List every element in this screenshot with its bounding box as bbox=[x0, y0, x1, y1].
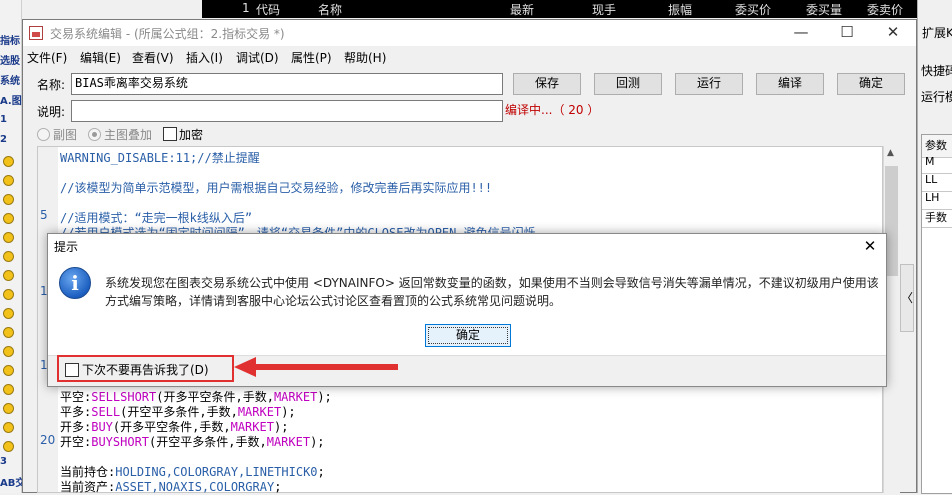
formula-icon[interactable] bbox=[3, 422, 14, 433]
line-number: 20 bbox=[40, 433, 56, 447]
col-range[interactable]: 振幅 bbox=[668, 1, 692, 18]
encrypt-checkbox[interactable] bbox=[163, 127, 177, 141]
formula-icon[interactable] bbox=[3, 289, 14, 300]
menu-debug[interactable]: 调试(D) bbox=[236, 49, 279, 66]
param-row[interactable]: LL bbox=[922, 173, 952, 192]
formula-icon[interactable] bbox=[3, 327, 14, 338]
col-code[interactable]: 代码 bbox=[256, 1, 280, 18]
backtest-button[interactable]: 回测 bbox=[594, 73, 662, 95]
line-number: 5 bbox=[40, 208, 48, 222]
minimize-button[interactable]: — bbox=[778, 20, 824, 46]
radio-main-overlay-label: 主图叠加 bbox=[104, 128, 153, 142]
tree-item[interactable]: 3 bbox=[0, 456, 22, 470]
desc-label: 说明: bbox=[37, 105, 66, 119]
formula-icon[interactable] bbox=[3, 232, 14, 243]
param-row[interactable]: M bbox=[922, 155, 952, 174]
formula-icon[interactable] bbox=[3, 441, 14, 452]
code-line: 当前资产:ASSET,NOAXIS,COLORGRAY; bbox=[60, 480, 282, 494]
save-button[interactable]: 保存 bbox=[513, 73, 581, 95]
dialog-message: 系统发现您在图表交易系统公式中使用 <DYNAINFO> 返回常数变量的函数，如… bbox=[105, 276, 879, 308]
desc-input[interactable] bbox=[71, 100, 503, 122]
name-input[interactable]: BIAS乖离率交易系统 bbox=[71, 73, 503, 95]
formula-icon[interactable] bbox=[3, 194, 14, 205]
compile-status: 编译中...（ 20 ） bbox=[505, 103, 600, 117]
compile-button[interactable]: 编译 bbox=[756, 73, 824, 95]
formula-icon[interactable] bbox=[3, 365, 14, 376]
code-line: 开空:BUYSHORT(开空平多条件,手数,MARKET); bbox=[60, 435, 325, 449]
col-bid[interactable]: 委买价 bbox=[735, 1, 771, 18]
formula-icon[interactable] bbox=[3, 346, 14, 357]
dialog-close-button[interactable]: ✕ bbox=[854, 234, 886, 259]
formula-icon[interactable] bbox=[3, 384, 14, 395]
editor-titlebar[interactable]: 交易系统编辑 - (所属公式组：2.指标交易 *) — ☐ ✕ bbox=[23, 20, 916, 46]
radio-subchart-label: 副图 bbox=[53, 128, 78, 142]
collapse-arrow-icon[interactable]: 〈 bbox=[900, 264, 914, 332]
radio-main-overlay[interactable] bbox=[88, 128, 101, 141]
col-ask[interactable]: 委卖价 bbox=[867, 1, 903, 18]
tree-item[interactable]: 指标 bbox=[0, 32, 22, 46]
run-mode-label: 运行模 bbox=[921, 90, 952, 104]
radio-subchart[interactable] bbox=[37, 128, 50, 141]
menu-props[interactable]: 属性(P) bbox=[291, 49, 332, 66]
col-last[interactable]: 最新 bbox=[510, 1, 534, 18]
menu-view[interactable]: 查看(V) bbox=[132, 49, 174, 66]
col-name[interactable]: 名称 bbox=[318, 1, 342, 18]
tree-item[interactable]: 系统 bbox=[0, 72, 22, 86]
tree-item[interactable]: 选股 bbox=[0, 52, 22, 66]
tree-item[interactable]: AB交 bbox=[0, 474, 22, 488]
run-button[interactable]: 运行 bbox=[675, 73, 743, 95]
quick-code-label: 快捷码 bbox=[921, 64, 952, 78]
formula-icon[interactable] bbox=[3, 175, 14, 186]
highlight-box bbox=[57, 355, 234, 382]
scroll-up-icon[interactable]: ▲ bbox=[887, 148, 894, 158]
maximize-button[interactable]: ☐ bbox=[824, 20, 870, 46]
menu-bar: 文件(F) 编辑(E) 查看(V) 插入(I) 调试(D) 属性(P) 帮助(H… bbox=[23, 47, 916, 67]
close-button[interactable]: ✕ bbox=[870, 20, 916, 46]
formula-icon[interactable] bbox=[3, 403, 14, 414]
param-row[interactable]: LH bbox=[922, 191, 952, 210]
formula-tree-panel: 指标选股系统 A.图 1 2 3 AB交 bbox=[0, 0, 22, 493]
formula-icon[interactable] bbox=[3, 251, 14, 262]
tree-item[interactable]: 1 bbox=[0, 114, 22, 128]
tree-item[interactable]: 2 bbox=[0, 134, 22, 148]
menu-file[interactable]: 文件(F) bbox=[27, 49, 67, 66]
menu-help[interactable]: 帮助(H) bbox=[344, 49, 386, 66]
dialog-title: 提示 bbox=[54, 240, 79, 254]
menu-insert[interactable]: 插入(I) bbox=[186, 49, 223, 66]
highlight-arrow-icon bbox=[234, 357, 398, 377]
menu-edit[interactable]: 编辑(E) bbox=[80, 49, 121, 66]
formula-icon[interactable] bbox=[3, 270, 14, 281]
col-bid-vol[interactable]: 委买量 bbox=[806, 1, 842, 18]
editor-title: 交易系统编辑 - (所属公式组：2.指标交易 *) bbox=[50, 27, 285, 41]
extension-title: 扩展K bbox=[922, 26, 952, 40]
code-line: //该模型为简单示范模型，用户需根据自己交易经验，修改完善后再实际应用!!! bbox=[60, 181, 493, 195]
encrypt-label: 加密 bbox=[179, 128, 204, 142]
formula-icon[interactable] bbox=[3, 213, 14, 224]
app-icon bbox=[29, 26, 43, 40]
code-line: WARNING_DISABLE:11;//禁止提醒 bbox=[60, 151, 260, 165]
params-table: 参数 M LL LH 手数 bbox=[921, 134, 952, 494]
formula-icon[interactable] bbox=[3, 156, 14, 167]
dialog-titlebar[interactable]: 提示 bbox=[48, 234, 886, 259]
confirm-button[interactable]: 确定 bbox=[837, 73, 905, 95]
formula-icon[interactable] bbox=[3, 308, 14, 319]
param-row[interactable]: 手数 bbox=[922, 209, 952, 228]
quote-table-header: 1 代码 名称 最新 现手 振幅 委买价 委买量 委卖价 bbox=[202, 0, 917, 18]
col-volume[interactable]: 现手 bbox=[592, 1, 616, 18]
ok-button[interactable]: 确定 bbox=[425, 324, 511, 347]
col-index[interactable]: 1 bbox=[242, 1, 250, 15]
name-label: 名称: bbox=[37, 78, 66, 92]
info-icon: i bbox=[59, 267, 91, 299]
tree-item[interactable]: A.图 bbox=[0, 92, 22, 106]
